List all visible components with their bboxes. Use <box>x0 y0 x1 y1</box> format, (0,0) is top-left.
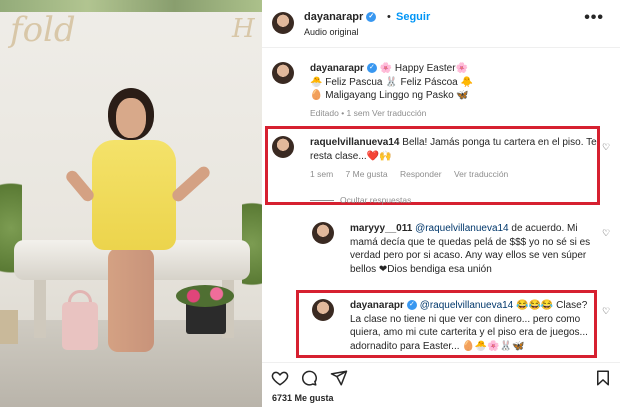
audio-label[interactable]: Audio original <box>304 27 359 37</box>
caption-username[interactable]: dayanarapr <box>310 63 364 74</box>
wall-lettering-right: H <box>232 14 255 44</box>
follow-button[interactable]: Seguir <box>396 11 430 23</box>
heart-icon[interactable]: ♡ <box>602 306 610 317</box>
arm <box>169 164 213 204</box>
yellow-dress <box>92 140 176 250</box>
post-actions <box>262 362 620 390</box>
caption-meta: Editado • 1 sem Ver traducción <box>310 108 427 118</box>
heart-icon[interactable]: ♡ <box>602 228 610 239</box>
avatar[interactable] <box>272 62 294 84</box>
share-icon[interactable] <box>330 369 348 387</box>
comment-meta: 1 sem 7 Me gusta Responder Ver traducció… <box>310 169 518 179</box>
mention-link[interactable]: @raquelvillanueva14 <box>420 300 514 311</box>
reply-text: maryyy__011 @raquelvillanueva14 de acuer… <box>350 223 591 275</box>
verified-icon: ✓ <box>406 300 417 311</box>
header-username[interactable]: dayanarapr ✓ <box>304 11 377 23</box>
comment-likes[interactable]: 7 Me gusta <box>346 169 388 179</box>
avatar[interactable] <box>272 136 294 158</box>
wall-lettering-left: fold <box>10 10 76 50</box>
reply-text: dayanarapr ✓ @raquelvillanueva14 😂😂😂 Clas… <box>350 300 588 352</box>
reply: maryyy__011 @raquelvillanueva14 de acuer… <box>312 222 612 282</box>
comment: raquelvillanueva14 Bella! Jamás ponga tu… <box>272 136 602 184</box>
more-icon[interactable]: ••• <box>584 9 604 27</box>
reply-username[interactable]: maryyy__011 <box>350 223 412 234</box>
plant-pot <box>0 310 18 344</box>
woman-face <box>116 98 146 138</box>
caption-text: dayanarapr ✓ 🌸 Happy Easter🌸 🐣 Feliz Pasc… <box>310 62 610 103</box>
bookmark-icon[interactable] <box>594 369 612 387</box>
comment-time: 1 sem <box>310 169 334 179</box>
separator-dot: • <box>387 11 391 23</box>
comments-panel: dayanarapr ✓ • Seguir Audio original ••• … <box>262 0 620 407</box>
comment-icon[interactable] <box>300 369 318 387</box>
reply: dayanarapr ✓ @raquelvillanueva14 😂😂😂 Clas… <box>312 299 597 354</box>
bench-leg <box>34 278 46 338</box>
caption-line3: 🥚 Maligayang Linggo ng Pasko 🦋 <box>310 90 469 101</box>
reply-username[interactable]: dayanarapr <box>350 300 404 311</box>
woman-legs <box>108 248 154 352</box>
translate-link[interactable]: Ver traducción <box>454 169 508 179</box>
post-header: dayanarapr ✓ • Seguir Audio original ••• <box>262 0 620 48</box>
avatar[interactable] <box>312 299 334 321</box>
avatar[interactable] <box>312 222 334 244</box>
heart-icon[interactable]: ♡ <box>602 142 610 153</box>
hide-replies-toggle[interactable]: Ocultar respuestas <box>310 195 411 205</box>
likes-count[interactable]: 6731 Me gusta <box>272 393 334 403</box>
verified-icon: ✓ <box>366 12 377 23</box>
comment-username[interactable]: raquelvillanueva14 <box>310 137 400 148</box>
avatar[interactable] <box>272 12 294 34</box>
verified-icon: ✓ <box>366 63 377 74</box>
comment-text: raquelvillanueva14 Bella! Jamás ponga tu… <box>310 137 597 162</box>
mention-link[interactable]: @raquelvillanueva14 <box>415 223 509 234</box>
caption-line1: 🌸 Happy Easter🌸 <box>379 63 468 74</box>
flowers <box>176 285 234 307</box>
divider-line <box>310 200 334 202</box>
post-photo[interactable]: fold H <box>0 0 262 407</box>
pink-handbag <box>62 302 98 350</box>
reply-button[interactable]: Responder <box>400 169 442 179</box>
heart-icon[interactable] <box>271 369 289 387</box>
caption-line2: 🐣 Feliz Pascua 🐰 Feliz Páscoa 🐥 <box>310 76 473 88</box>
